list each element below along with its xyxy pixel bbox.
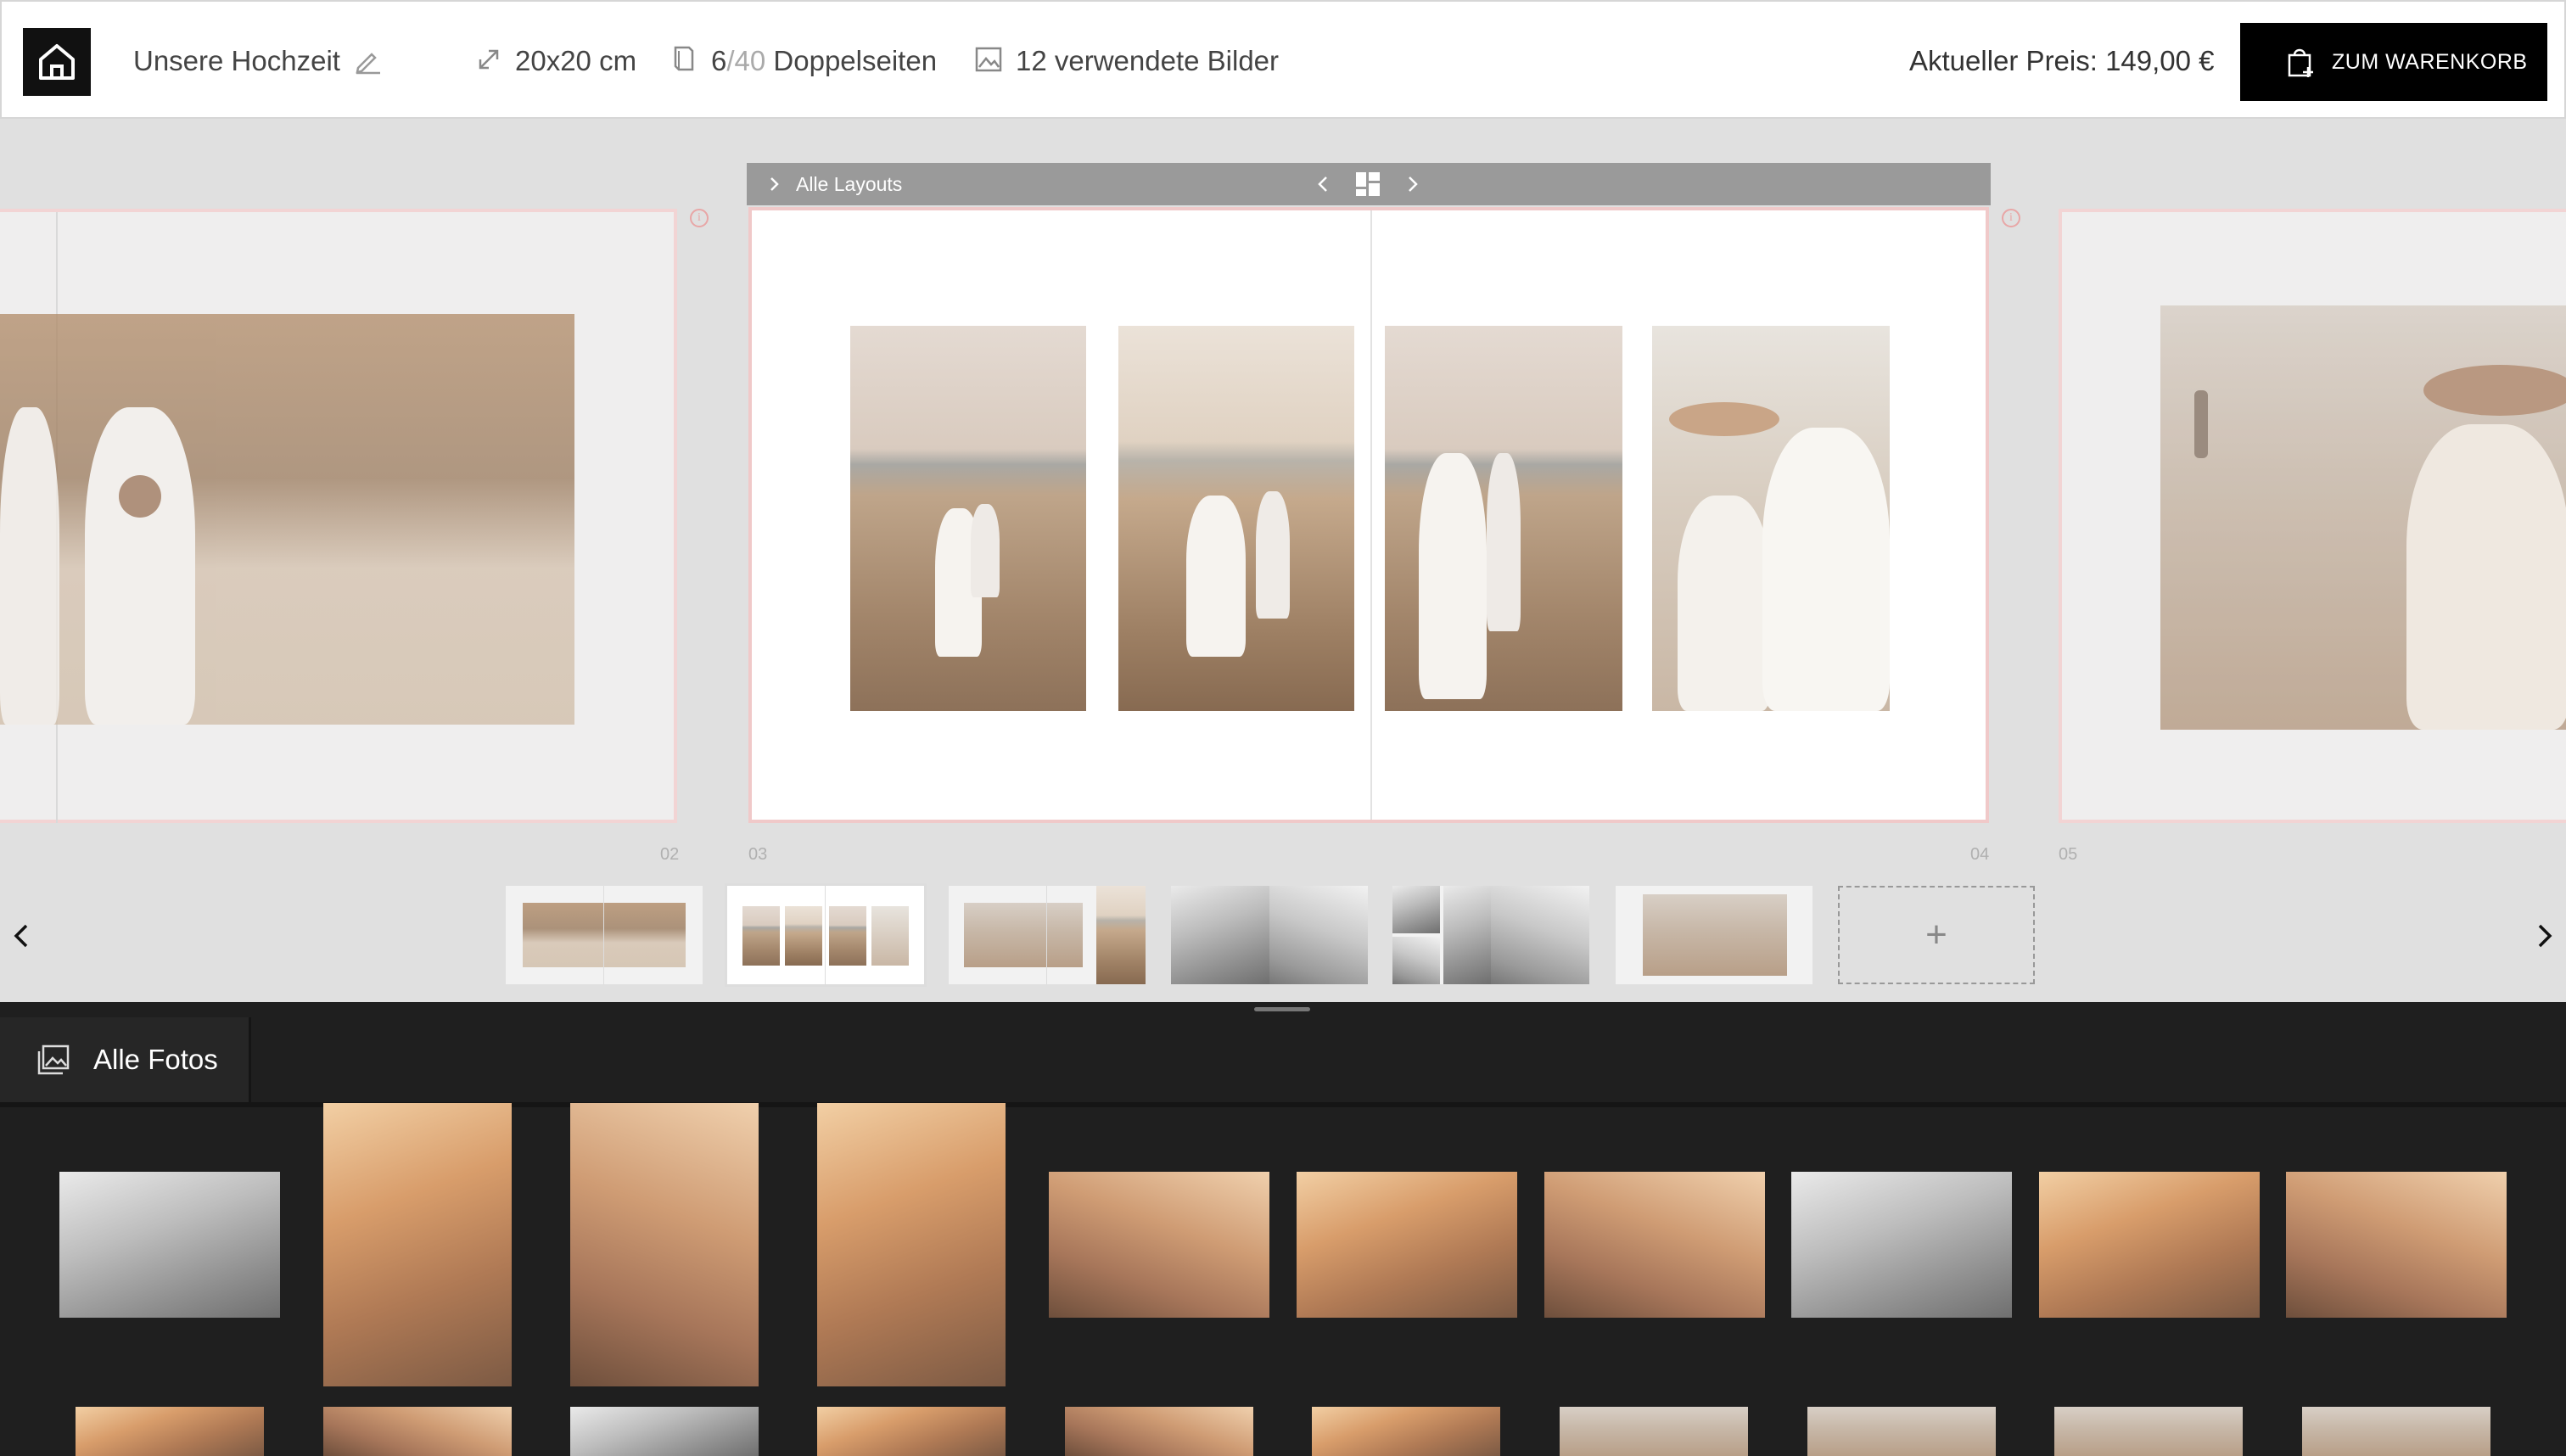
photo-thumbnail[interactable] — [817, 1407, 1006, 1456]
page-number: 04 — [1970, 845, 1990, 864]
home-icon — [39, 44, 75, 80]
spread-total: /40 — [726, 45, 766, 76]
spread-thumbnail[interactable] — [949, 886, 1146, 984]
cart-icon — [2288, 48, 2313, 77]
add-spread-button[interactable]: + — [1838, 886, 2035, 984]
spread-photo[interactable] — [2160, 305, 2566, 730]
photo-thumbnail[interactable] — [2054, 1407, 2243, 1456]
add-to-cart-button[interactable]: ZUM WARENKORB — [2240, 23, 2547, 101]
photo-thumbnail[interactable] — [1791, 1172, 2012, 1318]
spread-thumbnail[interactable] — [506, 886, 703, 984]
current-price: Aktueller Preis: 149,00 € — [1909, 45, 2215, 76]
chevron-right-icon[interactable] — [2535, 923, 2554, 949]
page-number: 05 — [2059, 845, 2078, 864]
spread-label: Doppelseiten — [773, 45, 938, 76]
photo-thumbnail[interactable] — [570, 1407, 759, 1456]
photo-thumbnail[interactable] — [2039, 1172, 2260, 1318]
chevron-right-icon[interactable] — [769, 176, 781, 192]
spread-count[interactable]: 6/40 Doppelseiten — [711, 42, 937, 80]
photo-thumbnail[interactable] — [1049, 1172, 1269, 1318]
spread-photo[interactable] — [0, 314, 574, 725]
images-used: 12 verwendete Bilder — [1016, 45, 1280, 76]
format-size[interactable]: 20x20 cm — [515, 42, 636, 80]
chevron-left-icon[interactable] — [12, 923, 31, 949]
spread-thumbnail[interactable] — [1392, 886, 1589, 984]
page-number: 03 — [748, 845, 768, 864]
current-spread[interactable] — [748, 207, 1989, 823]
spread-fold — [1370, 210, 1372, 820]
next-spread[interactable] — [2059, 209, 2566, 823]
photo-thumbnail[interactable] — [59, 1172, 280, 1318]
chevron-left-icon[interactable] — [1317, 176, 1329, 193]
info-icon[interactable]: i — [2002, 209, 2020, 227]
photo-thumbnail[interactable] — [1807, 1407, 1996, 1456]
photo-thumbnail[interactable] — [817, 1103, 1006, 1386]
spread-photo[interactable] — [1652, 326, 1890, 711]
project-title[interactable]: Unsere Hochzeit — [133, 42, 340, 80]
photo-thumbnail[interactable] — [2302, 1407, 2490, 1456]
tab-all-photos[interactable]: Alle Fotos — [0, 1017, 251, 1102]
photo-thumbnail[interactable] — [1065, 1407, 1253, 1456]
gallery-icon — [37, 1044, 70, 1075]
info-icon[interactable]: i — [690, 209, 709, 227]
all-layouts-toggle[interactable]: Alle Layouts — [796, 173, 902, 196]
spread-thumbnail-active[interactable] — [725, 883, 927, 987]
resize-handle[interactable] — [1254, 1007, 1310, 1011]
spread-photo[interactable] — [1385, 326, 1622, 711]
photo-thumbnail[interactable] — [1297, 1172, 1517, 1318]
page-icon — [674, 46, 694, 71]
photo-thumbnail[interactable] — [1544, 1172, 1765, 1318]
spread-current: 6 — [711, 45, 727, 76]
plus-icon: + — [1925, 914, 1947, 955]
photo-thumbnail[interactable] — [1560, 1407, 1748, 1456]
previous-spread[interactable] — [0, 209, 677, 823]
spread-thumbnail[interactable] — [1171, 886, 1368, 984]
image-icon — [975, 47, 1002, 72]
chevron-right-icon[interactable] — [1407, 176, 1419, 193]
spread-photo[interactable] — [1118, 326, 1354, 711]
layout-bar: Alle Layouts — [747, 163, 1991, 205]
cart-button-label: ZUM WARENKORB — [2332, 49, 2528, 74]
photo-thumbnail[interactable] — [570, 1103, 759, 1386]
page-number: 02 — [660, 845, 680, 864]
photo-thumbnail[interactable] — [76, 1407, 264, 1456]
layout-grid-icon[interactable] — [1355, 171, 1381, 197]
home-button[interactable] — [23, 28, 91, 96]
spread-photo[interactable] — [850, 326, 1086, 711]
spread-thumbnail[interactable] — [1616, 886, 1812, 984]
photo-thumbnail[interactable] — [323, 1103, 512, 1386]
tab-label: Alle Fotos — [93, 1044, 218, 1075]
photo-thumbnail[interactable] — [323, 1407, 512, 1456]
photo-thumbnail[interactable] — [1312, 1407, 1500, 1456]
pencil-icon[interactable] — [353, 46, 382, 75]
photos-panel: Alle Fotos — [0, 1002, 2566, 1456]
top-bar: Unsere Hochzeit 20x20 cm 6/40 Doppelseit… — [0, 0, 2566, 119]
photo-thumbnail[interactable] — [2286, 1172, 2507, 1318]
resize-icon — [479, 49, 499, 70]
